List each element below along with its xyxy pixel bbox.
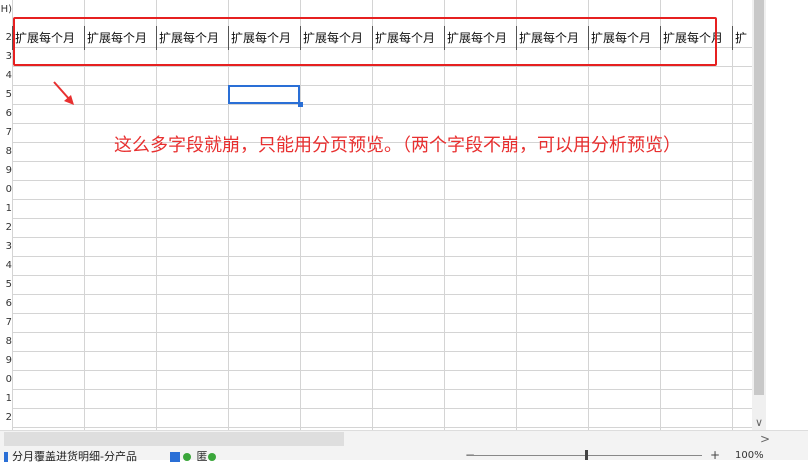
refresh-icon (183, 453, 191, 461)
row-header-top: H) (0, 4, 12, 15)
zoom-in-button[interactable]: + (710, 448, 720, 462)
row-number[interactable]: 6 (0, 104, 12, 123)
sheet-tab-indicator-icon (4, 452, 8, 462)
highlight-box (13, 17, 717, 66)
row-gridline (12, 218, 752, 219)
row-number[interactable]: 2 (0, 28, 12, 47)
column-gridline (732, 0, 733, 430)
row-number[interactable]: 2 (0, 408, 12, 427)
row-number[interactable]: 6 (0, 294, 12, 313)
row-gridline (12, 351, 752, 352)
row-gridline (12, 199, 752, 200)
row-gridline (12, 237, 752, 238)
row-number[interactable]: 7 (0, 313, 12, 332)
zoom-percent[interactable]: 100% (735, 450, 764, 461)
spreadsheet-grid[interactable]: H) 234567890123456789012 扩展每个月 扩展每个月 扩展每个月… (0, 0, 752, 430)
row-number[interactable]: 3 (0, 237, 12, 256)
row-gridline (12, 123, 752, 124)
row-gridline (12, 370, 752, 371)
scroll-down-button[interactable]: ∨ (752, 415, 766, 430)
selected-cell[interactable] (228, 85, 300, 104)
row-gridline (12, 275, 752, 276)
row-number[interactable]: 8 (0, 332, 12, 351)
fill-handle[interactable] (298, 102, 303, 107)
row-gridline (12, 180, 752, 181)
annotation-text: 这么多字段就崩，只能用分页预览。（两个字段不崩，可以用分析预览） (114, 135, 681, 156)
row-gridline (12, 85, 752, 86)
row-number[interactable]: 9 (0, 351, 12, 370)
row-gridline (12, 389, 752, 390)
row-gridline (12, 408, 752, 409)
row-gridline (12, 427, 752, 428)
row-number[interactable]: 1 (0, 199, 12, 218)
row-number[interactable]: 2 (0, 218, 12, 237)
status-icon (207, 453, 216, 461)
right-pane (766, 0, 808, 430)
row-gridline (12, 66, 752, 67)
horizontal-scrollbar[interactable] (4, 432, 344, 446)
row-gridline (12, 161, 752, 162)
row-number[interactable]: 0 (0, 370, 12, 389)
row-gridline (12, 332, 752, 333)
arrow-icon (53, 81, 74, 105)
row-number[interactable]: 3 (0, 47, 12, 66)
scroll-right-button[interactable]: > (760, 432, 770, 446)
row-number[interactable]: 9 (0, 161, 12, 180)
row-number[interactable]: 8 (0, 142, 12, 161)
normal-view-icon[interactable] (170, 452, 180, 462)
row-number[interactable]: 5 (0, 275, 12, 294)
row-number[interactable]: 4 (0, 66, 12, 85)
row-number[interactable]: 4 (0, 256, 12, 275)
row-gridline (12, 104, 752, 105)
sheet-tab-label: 分月覆盖进货明细-分产品 (12, 450, 137, 463)
vertical-scrollbar[interactable] (752, 0, 766, 430)
row-number[interactable]: 0 (0, 180, 12, 199)
row-number[interactable]: 1 (0, 389, 12, 408)
sheet-tab[interactable]: 分月覆盖进货明细-分产品 (4, 448, 137, 464)
row-number[interactable]: 5 (0, 85, 12, 104)
vertical-scroll-thumb[interactable] (754, 0, 764, 395)
row-gridline (12, 256, 752, 257)
header-divider (732, 26, 733, 50)
row-number[interactable]: 7 (0, 123, 12, 142)
header-cell[interactable]: 扩 (733, 26, 752, 50)
view-label: 匿 (196, 450, 208, 463)
row-gridline (12, 313, 752, 314)
view-buttons[interactable]: 匿 (170, 448, 218, 464)
row-gridline (12, 294, 752, 295)
zoom-slider[interactable]: − + (420, 448, 720, 462)
